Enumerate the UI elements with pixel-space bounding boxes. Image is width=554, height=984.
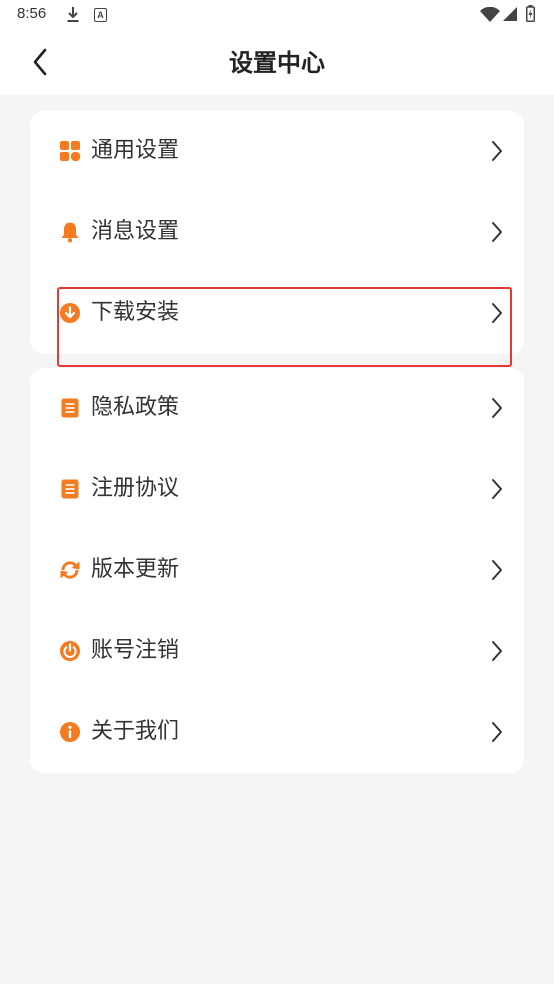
wifi-icon bbox=[480, 7, 500, 22]
settings-item-about-us[interactable]: 关于我们 bbox=[30, 692, 524, 773]
document-icon bbox=[61, 398, 79, 418]
settings-item-label: 关于我们 bbox=[91, 719, 180, 744]
settings-item-notifications[interactable]: 消息设置 bbox=[30, 192, 524, 273]
settings-item-delete-account[interactable]: 账号注销 bbox=[30, 611, 524, 692]
settings-item-label: 通用设置 bbox=[91, 138, 180, 163]
settings-item-general[interactable]: 通用设置 bbox=[30, 111, 524, 192]
chevron-right-icon bbox=[492, 560, 502, 580]
top-area: 8:56 A 设置中心 bbox=[0, 0, 554, 95]
settings-item-label: 隐私政策 bbox=[91, 395, 180, 420]
download-circle-icon bbox=[60, 303, 80, 323]
a-notification-icon: A bbox=[94, 8, 107, 22]
settings-item-label: 下载安装 bbox=[91, 300, 180, 325]
chevron-right-icon bbox=[492, 641, 502, 661]
settings-item-label: 账号注销 bbox=[91, 638, 180, 663]
chevron-right-icon bbox=[492, 141, 502, 161]
settings-item-user-agreement[interactable]: 注册协议 bbox=[30, 449, 524, 530]
document-icon bbox=[61, 479, 79, 499]
bell-icon bbox=[61, 222, 79, 243]
chevron-right-icon bbox=[492, 479, 502, 499]
page-title: 设置中心 bbox=[229, 49, 325, 77]
refresh-icon bbox=[60, 561, 80, 579]
settings-group-about: 隐私政策 注册协议 版本更新 账号注销 关于我们 bbox=[30, 368, 524, 773]
settings-item-label: 注册协议 bbox=[91, 476, 180, 501]
settings-item-privacy-policy[interactable]: 隐私政策 bbox=[30, 368, 524, 449]
settings-group-general: 通用设置 消息设置 下载安装 bbox=[30, 111, 524, 354]
download-icon bbox=[67, 7, 79, 22]
chevron-right-icon bbox=[492, 303, 502, 323]
status-time: 8:56 bbox=[17, 5, 47, 22]
signal-icon bbox=[503, 7, 517, 21]
battery-icon bbox=[526, 5, 535, 22]
settings-item-label: 版本更新 bbox=[91, 557, 180, 582]
grid-icon bbox=[60, 141, 81, 162]
settings-item-download-install[interactable]: 下载安装 bbox=[30, 273, 524, 354]
settings-item-label: 消息设置 bbox=[91, 219, 180, 244]
chevron-right-icon bbox=[492, 398, 502, 418]
status-bar: 8:56 A bbox=[0, 0, 554, 30]
settings-item-version-update[interactable]: 版本更新 bbox=[30, 530, 524, 611]
chevron-right-icon bbox=[492, 722, 502, 742]
power-icon bbox=[60, 641, 80, 661]
chevron-right-icon bbox=[492, 222, 502, 242]
info-icon bbox=[60, 722, 80, 742]
